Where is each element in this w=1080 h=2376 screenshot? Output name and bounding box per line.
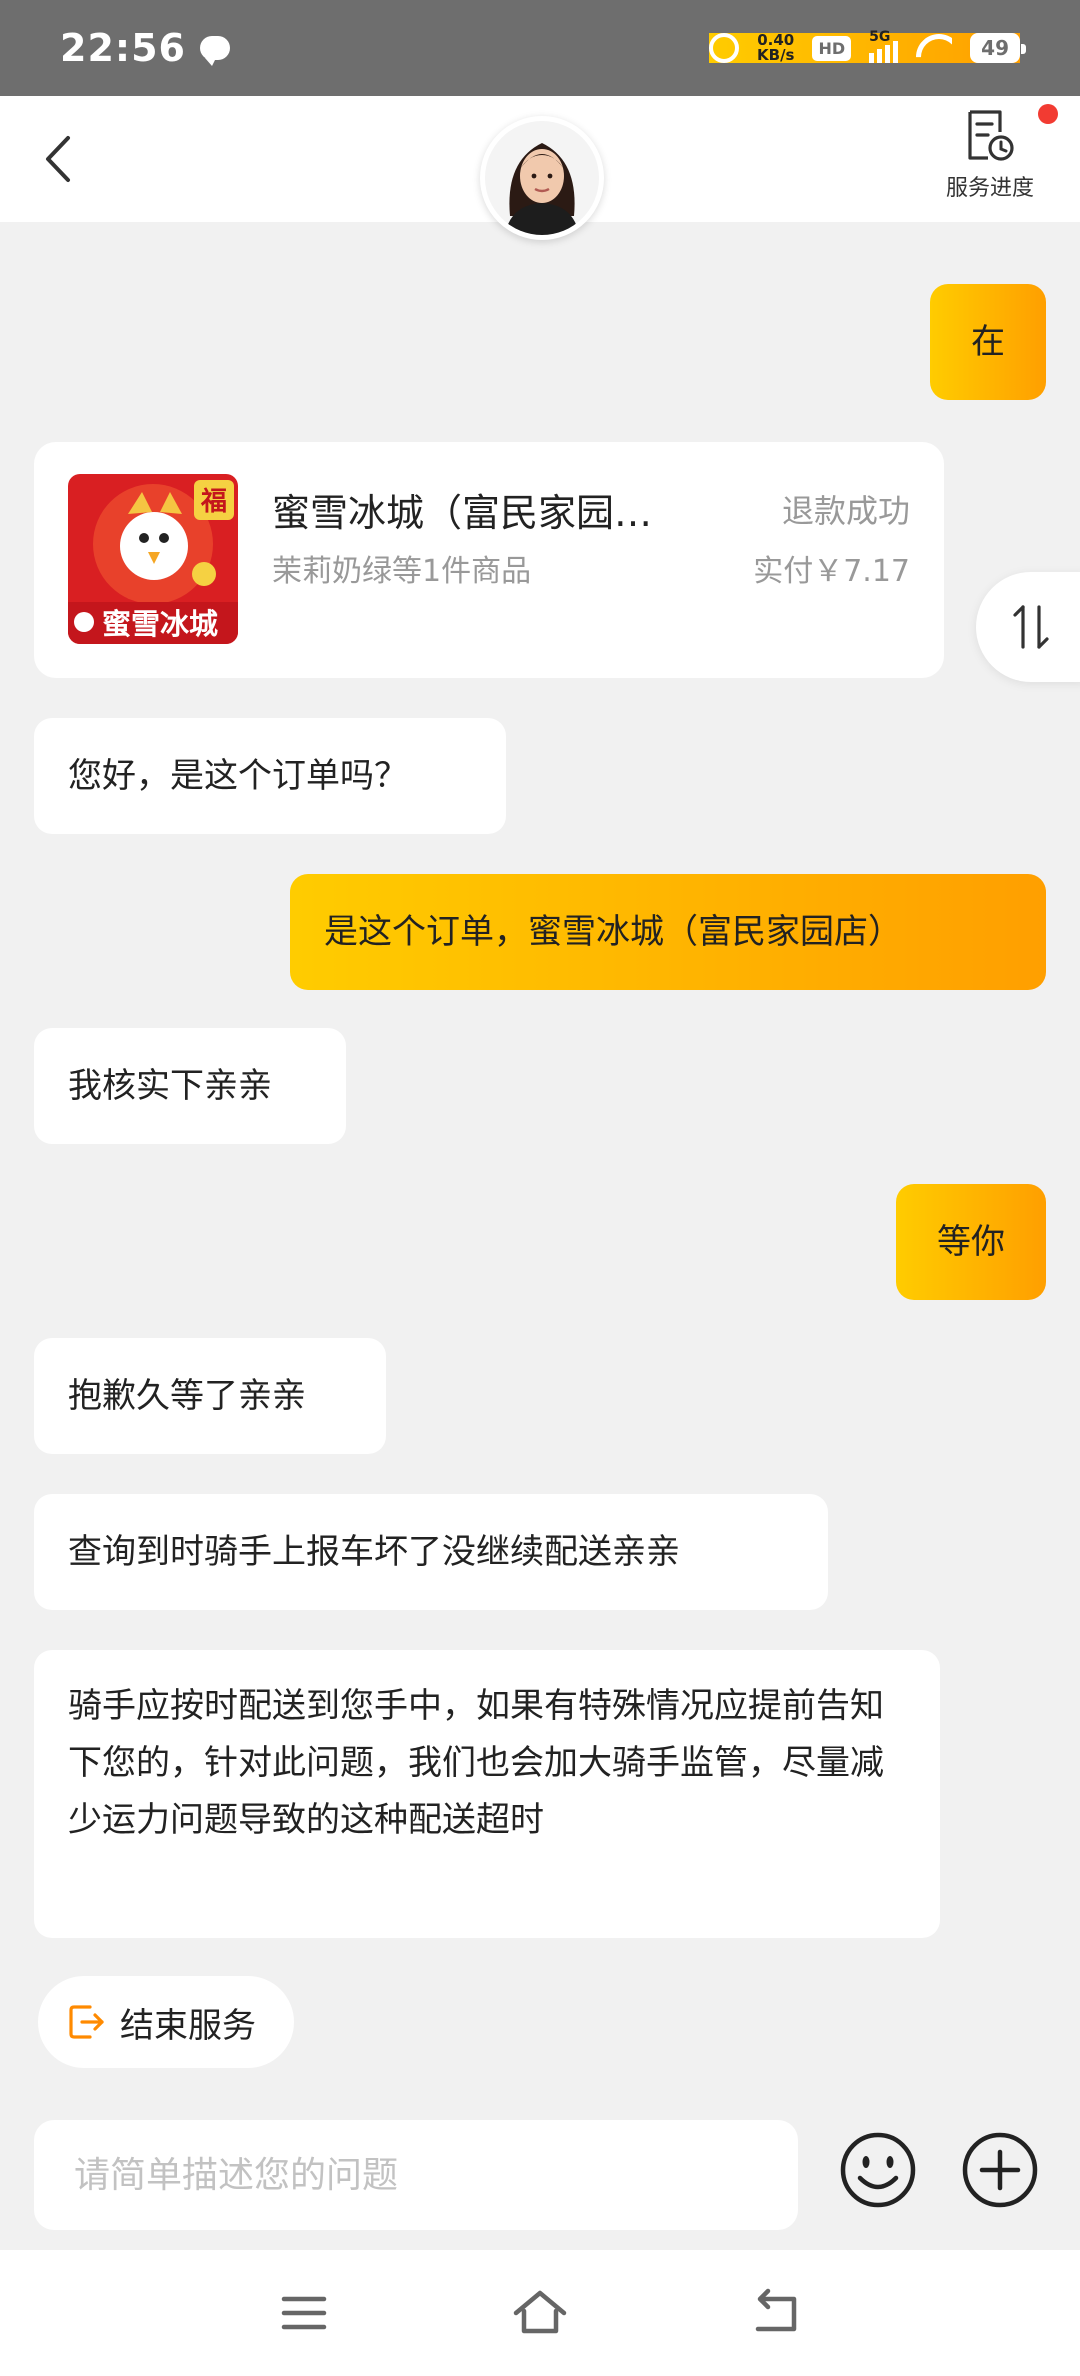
end-service-label: 结束服务 [120,2005,256,2046]
status-bar: 22:56 0.40 KB/s HD 5G 49 [0,0,1080,96]
service-progress-icon [968,110,1014,161]
home-icon[interactable] [512,2285,568,2341]
chat-header: 服务进度 [0,96,1080,240]
chat-message: 抱歉久等了亲亲 [34,1338,386,1454]
service-progress-button[interactable]: 服务进度 [920,104,1060,208]
shop-logo: 福 蜜雪冰城 [68,474,238,644]
swap-arrows-icon [1013,605,1049,649]
system-nav-bar [0,2250,1080,2376]
emoji-icon[interactable] [838,2130,918,2210]
order-card[interactable]: 福 蜜雪冰城 蜜雪冰城（富民家园… 退款成功 茉莉奶绿等1件商品 实付￥7.17 [34,442,944,678]
back-arrow-icon[interactable] [40,134,80,184]
logo-badge: 福 [200,487,227,517]
exit-icon [69,2005,104,2039]
back-nav-icon[interactable] [748,2285,804,2341]
alarm-icon [709,33,740,63]
logo-text: 蜜雪冰城 [102,607,218,641]
message-input[interactable] [34,2120,798,2230]
add-icon[interactable] [960,2130,1040,2210]
input-bar [0,2110,1080,2250]
order-shop-name: 蜜雪冰城（富民家园… [272,491,653,535]
signal-icon: 5G [869,29,899,63]
status-time: 22:56 [60,26,186,70]
order-paid-amount: 实付￥7.17 [753,554,910,589]
network-speed-unit: KB/s [757,46,795,64]
service-progress-label: 服务进度 [945,176,1034,201]
chat-message: 您好，是这个订单吗？ [34,718,506,834]
network-type: 5G [869,29,891,45]
order-status: 退款成功 [781,492,910,530]
chat-message: 查询到时骑手上报车坏了没继续配送亲亲 [34,1494,828,1610]
chat-message: 骑手应按时配送到您手中，如果有特殊情况应提前告知下您的，针对此问题，我们也会加大… [34,1650,940,1938]
chat-message: 我核实下亲亲 [34,1028,346,1144]
chat-area[interactable]: 在 福 蜜雪冰城 蜜雪冰城（富民家园… 退款成功 茉莉奶绿等1件商品 实付￥7.… [0,222,1080,1950]
hd-icon: HD [812,35,852,61]
scroll-toggle-button[interactable] [976,572,1080,682]
menu-icon[interactable] [276,2285,332,2341]
wifi-icon [916,34,952,62]
chat-message: 在 [930,284,1046,400]
network-speed: 0.40 KB/s [757,33,794,63]
notification-dot [1038,104,1058,124]
order-items-summary: 茉莉奶绿等1件商品 [272,554,532,589]
end-service-button[interactable]: 结束服务 [38,1976,294,2068]
message-notification-icon [199,36,230,66]
battery-icon: 49 [970,33,1026,63]
chat-message: 等你 [896,1184,1046,1300]
chat-message: 是这个订单，蜜雪冰城（富民家园店） [290,874,1046,990]
